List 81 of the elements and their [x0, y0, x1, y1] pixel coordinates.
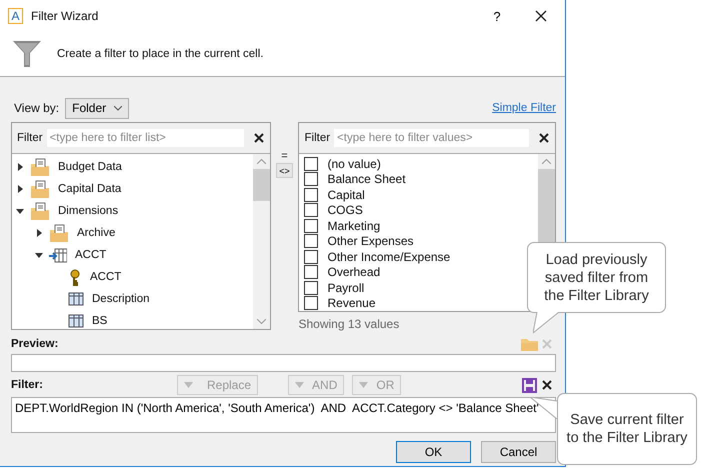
checkbox[interactable]: [304, 234, 318, 248]
checkbox[interactable]: [304, 280, 318, 295]
view-by-label: View by:: [14, 101, 60, 115]
collapse-icon[interactable]: [16, 207, 24, 215]
filter-label: Filter:: [11, 379, 44, 391]
value-label: Revenue: [327, 296, 376, 310]
expand-icon[interactable]: [16, 163, 24, 171]
help-tooltip: Save current filter to the Filter Library: [557, 393, 697, 465]
view-by-dropdown[interactable]: Folder: [65, 98, 130, 118]
value-label: Other Income/Expense: [327, 250, 450, 264]
folder-icon: [520, 337, 538, 351]
checkbox[interactable]: [304, 218, 318, 233]
simple-filter-link[interactable]: Simple Filter: [492, 102, 556, 114]
checkbox[interactable]: [304, 156, 318, 171]
value-label: Overhead: [327, 265, 380, 280]
caret-icon: [359, 382, 368, 388]
value-label: (no value): [327, 156, 381, 171]
preview-field[interactable]: [11, 354, 556, 372]
app-icon: A: [8, 8, 23, 24]
value-label: Capital: [327, 188, 365, 202]
filter-field[interactable]: <type here to filter list>: [46, 129, 244, 147]
checkbox[interactable]: [304, 250, 318, 264]
filter-label: Filter: [304, 132, 330, 144]
scroll-up-icon: [256, 159, 266, 164]
value-label: Balance Sheet: [327, 172, 406, 186]
scroll-down-icon: [256, 319, 266, 324]
tooltip-pointer: [533, 312, 561, 334]
close-icon: [538, 132, 550, 144]
folder-icon: [30, 180, 50, 198]
help-tooltip: Load previously saved filter from the Filter Library: [527, 242, 666, 313]
scroll-up-icon: [542, 159, 552, 164]
close-icon: [535, 10, 547, 22]
save-filter-button[interactable]: [520, 376, 538, 394]
caret-icon: [184, 382, 193, 388]
folder-icon: [49, 224, 69, 242]
header-text: Create a filter to place in the current cell.: [57, 48, 264, 60]
value-label: Other Expenses: [327, 234, 414, 248]
table-icon: [68, 291, 84, 307]
funnel-icon: [13, 40, 41, 68]
expand-icon[interactable]: [16, 185, 24, 193]
not-equal-button[interactable]: <>: [276, 163, 293, 178]
checkbox[interactable]: [304, 172, 318, 186]
close-icon: [541, 338, 553, 350]
tree-item[interactable]: Dimensions: [58, 205, 118, 217]
close-icon: [252, 132, 265, 144]
value-label: Marketing: [327, 218, 380, 233]
tree-item[interactable]: ACCT: [75, 249, 106, 261]
value-label: COGS: [327, 203, 363, 218]
table-icon: [49, 246, 67, 264]
close-icon: [541, 379, 553, 391]
folder-icon: [30, 158, 50, 176]
folder-icon: [30, 202, 50, 220]
tree-item[interactable]: ACCT: [90, 271, 122, 283]
filter-field[interactable]: <type here to filter values>: [334, 129, 530, 147]
dialog-button[interactable]: Cancel: [481, 441, 556, 463]
checkbox[interactable]: [304, 188, 318, 202]
collapse-icon[interactable]: [35, 251, 43, 259]
filter-expression-field[interactable]: DEPT.WorldRegion IN ('North America', 'South America') AND ACCT.Category <> 'Balance Sheet': [11, 397, 556, 433]
filter-label: Filter: [17, 132, 43, 144]
values-count: Showing 13 values: [298, 317, 400, 331]
preview-label: Preview:: [11, 338, 60, 350]
checkbox[interactable]: [304, 265, 318, 280]
expand-icon[interactable]: [35, 229, 43, 237]
window-title: Filter Wizard: [31, 9, 100, 23]
table-icon: [68, 313, 84, 329]
caret-icon: [114, 106, 122, 110]
checkbox[interactable]: [304, 296, 318, 310]
checkbox[interactable]: [304, 203, 318, 218]
tree-item[interactable]: Budget Data: [58, 161, 122, 173]
save-icon: [522, 378, 536, 392]
tree-item[interactable]: Archive: [77, 227, 116, 239]
equals-operator[interactable]: =: [281, 150, 288, 162]
dialog-button[interactable]: OK: [396, 441, 471, 463]
help-button[interactable]: ?: [475, 1, 519, 31]
caret-icon: [295, 382, 304, 388]
tree-item[interactable]: Capital Data: [58, 183, 122, 195]
tree-item[interactable]: BS: [92, 315, 108, 327]
scroll-thumb[interactable]: [252, 169, 270, 201]
value-label: Payroll: [327, 280, 364, 295]
key-icon: [68, 268, 82, 286]
tree-item[interactable]: Description: [92, 293, 150, 305]
